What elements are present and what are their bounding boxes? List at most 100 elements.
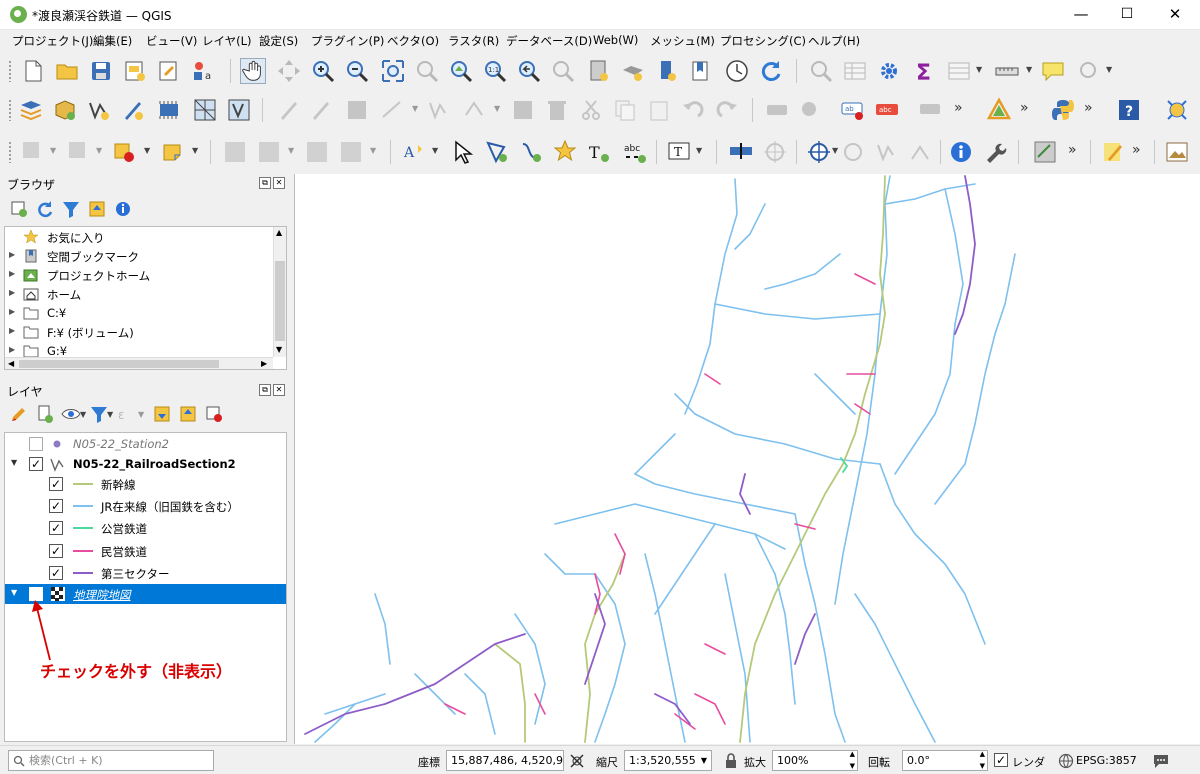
mouse-coordinate-icon[interactable]	[568, 752, 586, 770]
legend-checkbox[interactable]: ✓	[49, 477, 63, 491]
star-icon[interactable]	[552, 139, 578, 165]
menu-mesh[interactable]: メッシュ(M)	[650, 33, 715, 49]
text-annotation-icon[interactable]	[256, 139, 282, 165]
scroll-right-icon[interactable]: ▶	[261, 359, 267, 368]
minimize-button[interactable]: —	[1058, 0, 1104, 30]
spin-arrows-icon[interactable]: ▲ ▼	[980, 751, 985, 770]
cut-features-icon[interactable]	[578, 97, 604, 123]
new-spatialite-icon[interactable]	[120, 97, 146, 123]
float-panel-button[interactable]: ⧉	[259, 177, 271, 189]
open-project-icon[interactable]	[54, 58, 80, 84]
label-icon[interactable]	[918, 97, 944, 123]
locator-search-input[interactable]: 検索(Ctrl + K)	[8, 750, 214, 771]
save-edits-icon[interactable]	[344, 97, 370, 123]
legend-item-shinkansen[interactable]: ✓ 新幹線	[5, 473, 286, 495]
railway-network-map[interactable]	[295, 174, 1200, 744]
menu-plugins[interactable]: プラグイン(P)	[311, 33, 384, 49]
legend-checkbox[interactable]: ✓	[49, 566, 63, 580]
vertex-tool-icon[interactable]	[908, 139, 934, 165]
browser-item-home[interactable]: ▶ ホーム	[5, 285, 275, 304]
show-bookmarks-icon[interactable]	[688, 58, 714, 84]
toggle-editing-icon[interactable]	[308, 97, 334, 123]
menu-project[interactable]: プロジェクト(J)	[12, 33, 93, 49]
attribute-table-icon[interactable]	[842, 58, 868, 84]
toolbar-handle[interactable]	[8, 60, 12, 82]
vertex-tool-icon[interactable]	[874, 139, 900, 165]
style-manager-icon[interactable]	[156, 58, 182, 84]
style-brush-icon[interactable]	[9, 404, 29, 424]
toolbar-overflow-button[interactable]: »	[1068, 142, 1077, 158]
expand-arrow-icon[interactable]: ▶	[9, 288, 15, 297]
refresh-icon[interactable]	[35, 199, 55, 219]
legend-checkbox[interactable]: ✓	[49, 499, 63, 513]
pointer-icon[interactable]	[450, 139, 476, 165]
dropdown-arrow-icon[interactable]: ▼	[80, 410, 86, 419]
measure-icon[interactable]	[728, 139, 754, 165]
dropdown-arrow-icon[interactable]: ▼	[1026, 65, 1032, 74]
filter-icon[interactable]	[89, 404, 109, 424]
settings-gear-icon[interactable]	[876, 58, 902, 84]
globe-crs-icon[interactable]	[1058, 753, 1074, 769]
expand-arrow-icon[interactable]: ▶	[9, 345, 15, 354]
new-shapefile-icon[interactable]	[86, 97, 112, 123]
legend-item-private-railway[interactable]: ✓ 民営鉄道	[5, 540, 286, 562]
undo-icon[interactable]	[680, 97, 706, 123]
toolbar-handle[interactable]	[8, 99, 12, 121]
scroll-left-icon[interactable]: ◀	[8, 359, 14, 368]
scroll-down-icon[interactable]: ▼	[276, 345, 282, 354]
legend-checkbox[interactable]: ✓	[49, 521, 63, 535]
abc-label-icon[interactable]: abc	[622, 139, 648, 165]
toolbar-overflow-button[interactable]: »	[1084, 100, 1093, 116]
temporal-controller-icon[interactable]	[724, 58, 750, 84]
expand-arrow-icon[interactable]: ▶	[9, 326, 15, 335]
legend-item-jr-lines[interactable]: ✓ JR在来線（旧国鉄を含む）	[5, 495, 286, 517]
dropdown-arrow-icon[interactable]: ▼	[832, 146, 838, 155]
add-part-icon[interactable]	[518, 139, 544, 165]
toolbar-handle[interactable]	[8, 141, 12, 163]
map-tips-icon[interactable]	[1040, 58, 1066, 84]
remove-layer-icon[interactable]	[204, 404, 224, 424]
select-features-icon[interactable]	[20, 139, 46, 165]
legend-checkbox[interactable]: ✓	[49, 544, 63, 558]
deselect-icon[interactable]	[66, 139, 92, 165]
label-toolbar-icon[interactable]: abc	[874, 97, 900, 123]
text-icon[interactable]: T	[666, 139, 692, 165]
dropdown-arrow-icon[interactable]: ▼	[96, 146, 102, 155]
dropdown-arrow-icon[interactable]: ▼	[432, 146, 438, 155]
map-canvas[interactable]	[294, 174, 1200, 744]
attribute-table-icon[interactable]	[946, 58, 972, 84]
crs-icon[interactable]	[806, 139, 832, 165]
legend-item-public-railway[interactable]: ✓ 公営鉄道	[5, 517, 286, 539]
toolbar-overflow-button[interactable]: »	[1020, 100, 1029, 116]
float-panel-button[interactable]: ⧉	[259, 384, 271, 396]
expand-arrow-icon[interactable]: ▶	[9, 269, 15, 278]
select-by-value-icon[interactable]	[112, 139, 138, 165]
dropdown-arrow-icon[interactable]: ▼	[144, 146, 150, 155]
add-selected-layers-icon[interactable]	[9, 199, 29, 219]
edit-pencil-icon[interactable]	[1100, 139, 1126, 165]
filter-expression-icon[interactable]: ε	[116, 404, 136, 424]
new-bookmark-icon[interactable]	[586, 58, 612, 84]
zoom-in-icon[interactable]	[310, 58, 336, 84]
browser-item-drive-c[interactable]: ▶ C:¥	[5, 304, 275, 323]
dropdown-arrow-icon[interactable]: ▼	[138, 410, 144, 419]
new-bookmark-icon[interactable]	[654, 58, 680, 84]
help-icon[interactable]: ?	[1116, 97, 1142, 123]
zoom-native-icon[interactable]: 1:1	[482, 58, 508, 84]
pan-to-selection-icon[interactable]	[276, 58, 302, 84]
menu-view[interactable]: ビュー(V)	[146, 33, 197, 49]
expand-arrow-icon[interactable]: ▶	[9, 250, 15, 259]
visibility-eye-icon[interactable]	[61, 404, 81, 424]
target-icon[interactable]	[840, 139, 866, 165]
zoom-next-icon[interactable]	[550, 58, 576, 84]
rotation-spinbox[interactable]: 0.0° ▲ ▼	[902, 750, 988, 771]
dropdown-arrow-icon[interactable]: ▼	[192, 146, 198, 155]
lock-scale-icon[interactable]	[724, 753, 738, 769]
filter-icon[interactable]	[61, 199, 81, 219]
expand-arrow-icon[interactable]: ▶	[9, 307, 15, 316]
new-virtual-layer-icon[interactable]	[226, 97, 252, 123]
style-manager-icon[interactable]: a	[190, 58, 216, 84]
zoom-last-icon[interactable]	[516, 58, 542, 84]
geometry-checker-icon[interactable]	[986, 97, 1012, 123]
pin-label-icon[interactable]	[798, 97, 824, 123]
